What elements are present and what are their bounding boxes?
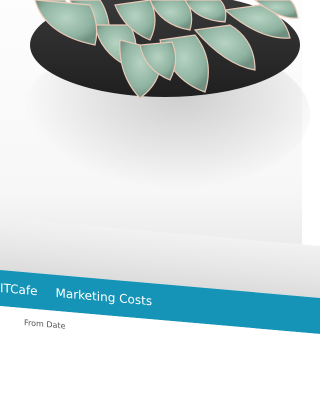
from-date-label: From Date — [24, 318, 66, 331]
nav-brand[interactable]: ITCafe — [0, 281, 38, 298]
succulent-plant-photo — [30, 0, 300, 99]
nav-link-marketing-costs[interactable]: Marketing Costs — [56, 286, 153, 308]
laptop-screen: ITCafe Marketing Costs From Date — [0, 218, 320, 394]
